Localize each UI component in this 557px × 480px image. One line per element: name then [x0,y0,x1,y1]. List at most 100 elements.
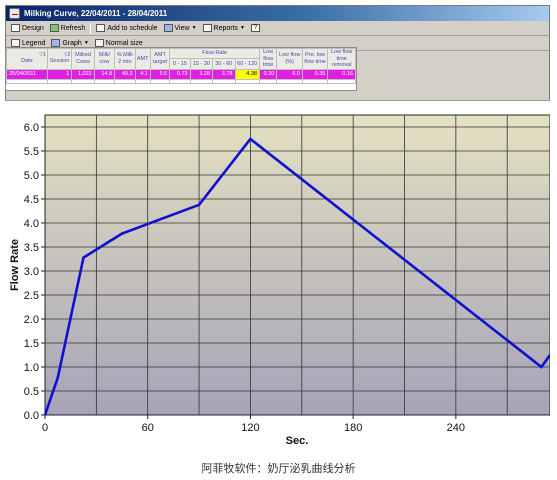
cell-empty [189,78,214,84]
y-tick-label: 2.0 [24,314,39,326]
cell-fr-60-120: 4.38 [234,68,260,80]
col-header-fr-30-60[interactable]: 30 - 60 [212,58,236,70]
chevron-down-icon: ▼ [83,40,89,46]
cell-empty [234,78,260,84]
cell-empty [301,78,329,84]
cell-empty [71,78,95,84]
help-icon: ? [250,24,260,32]
cell-empty [276,78,303,84]
cell-fr-30-60: 3.78 [212,68,236,80]
reports-label: Reports [213,24,239,32]
table-row[interactable]: 25/04/2011 1 1,022 14.8 49.3 4.1 5.6 0.7… [6,68,356,80]
x-axis-label: Sec. [286,435,309,447]
col-header-amt-target[interactable]: AMT target [149,48,171,70]
add-to-schedule-button[interactable]: Add to schedule [93,22,160,35]
cell-empty [114,78,136,84]
col-header-fr-60-120[interactable]: 60 - 120 [234,58,260,70]
cell-fr-0-15: 0.73 [169,68,191,80]
cell-amt-target: 5.6 [149,68,171,80]
view-label: View [174,24,190,32]
cell-empty [149,78,171,84]
y-tick-label: 0.0 [24,410,39,422]
col-header-milked-cows[interactable]: Milked Cows [71,48,95,70]
cell-milk-cow: 14.8 [93,68,116,80]
cell-date: 25/04/2011 [6,68,48,80]
design-button[interactable]: Design [8,22,47,35]
main-toolbar: Design Refresh Add to schedule View ▼ Re… [6,21,549,36]
y-tick-label: 0.5 [24,386,39,398]
view-icon [163,24,173,32]
plot-area [44,114,550,416]
refresh-button[interactable]: Refresh [47,22,89,35]
cell-empty [212,78,236,84]
cell-empty [46,78,73,84]
col-header-pre-low-flow[interactable]: Pre. low flow time [301,48,329,70]
app-icon [9,8,20,19]
normal-size-label: Normal size [105,39,143,47]
x-tick-label: 240 [447,422,465,434]
cell-low-flow-pct: 6.0 [276,68,303,80]
x-tick-label: 0 [42,422,48,434]
cell-empty [6,78,48,84]
chart-svg: 0.0 0.5 1.0 1.5 2.0 2.5 3.0 3.5 4.0 4.5 5.0 5.5 6.0 0… [9,114,550,447]
col-header-date[interactable]: ▽1 Date [6,48,48,70]
col-header-fr-15-30[interactable]: 15 - 30 [189,58,214,70]
cell-empty [93,78,116,84]
table-row[interactable] [6,78,356,84]
y-tick-label: 5.0 [24,170,39,182]
cell-session: 1 [46,68,73,80]
milking-curve-chart: 0.0 0.5 1.0 1.5 2.0 2.5 3.0 3.5 4.0 4.5 5.0 5.5 6.0 0… [5,100,550,450]
design-label: Design [22,24,44,32]
y-tick-label: 4.0 [24,218,39,230]
y-tick-label: 3.0 [24,266,39,278]
y-tick-label: 3.5 [24,242,39,254]
normal-size-icon [94,39,104,47]
cell-pre-low-flow: 0.35 [301,68,329,80]
image-caption: 阿菲牧软件：奶厅泌乳曲线分析 [201,462,356,475]
x-tick-label: 180 [344,422,362,434]
col-header-session[interactable]: ▽2 Session [46,48,73,70]
y-tick-label: 6.0 [24,122,39,134]
help-button[interactable]: ? [248,22,265,35]
col-header-milk-cow[interactable]: Milk/ cow [93,48,116,70]
reports-dropdown[interactable]: Reports ▼ [200,22,248,35]
cell-empty [258,78,278,84]
y-axis-label: Flow Rate [9,239,21,291]
refresh-icon [49,24,59,32]
cell-milked-cows: 1,022 [71,68,95,80]
cell-low-flow-removal: 0.16 [327,68,356,80]
col-group-flow-rate: Flow Rate [169,48,260,60]
window-titlebar[interactable]: Milking Curve, 22/04/2011 - 28/04/2011 [6,6,549,21]
chevron-down-icon: ▼ [191,25,197,31]
y-tick-label: 1.5 [24,338,39,350]
col-header-amt[interactable]: AMT [134,48,151,70]
x-tick-label: 120 [241,422,259,434]
y-tick-label: 2.5 [24,290,39,302]
cell-empty [169,78,191,84]
add-to-schedule-label: Add to schedule [107,24,158,32]
col-header-pct-milk[interactable]: % Milk 2 min [114,48,136,70]
view-dropdown[interactable]: View ▼ [161,22,200,35]
legend-label: Legend [22,39,46,47]
cell-low-flow-time: 0.30 [258,68,278,80]
y-tick-label: 5.5 [24,146,39,158]
col-header-fr-0-15[interactable]: 0 - 15 [169,58,191,70]
schedule-icon [96,24,106,32]
legend-icon [11,39,20,47]
graph-icon [51,39,61,47]
toolbar-separator [90,22,92,34]
cell-amt: 4.1 [134,68,151,80]
reports-icon [202,24,212,32]
cell-pct-milk: 49.3 [114,68,136,80]
design-icon [11,24,20,32]
cell-fr-15-30: 3.28 [189,68,214,80]
col-header-low-flow-pct[interactable]: Low flow (%) [276,48,303,70]
summary-table: ▽1 Date ▽2 Session Milked Cows Milk/ cow %… [5,47,357,91]
x-tick-label: 60 [142,422,154,434]
cell-empty [327,78,356,84]
col-header-low-flow-time[interactable]: Low flow time [258,48,278,70]
col-header-date-label: Date [21,58,33,64]
col-header-low-flow-removal[interactable]: Low flow time removal [327,48,356,70]
col-header-session-label: Session [49,58,70,64]
window-title: Milking Curve, 22/04/2011 - 28/04/2011 [24,9,168,18]
